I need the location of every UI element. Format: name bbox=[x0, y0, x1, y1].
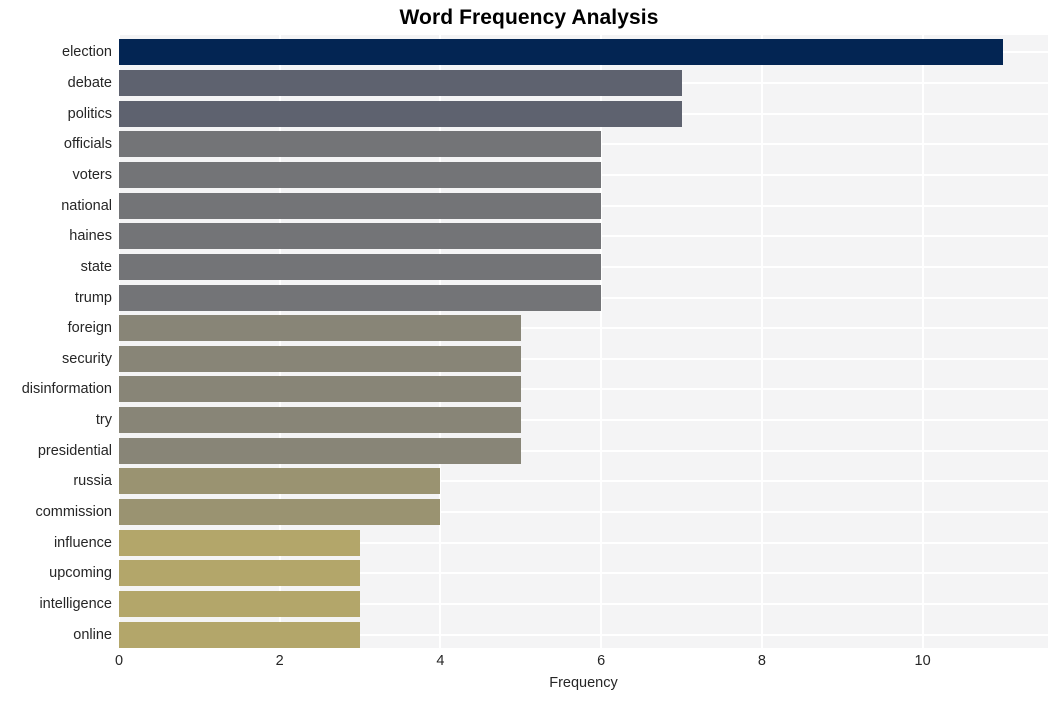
bar-voters[interactable] bbox=[119, 162, 602, 188]
bar-security[interactable] bbox=[119, 346, 521, 372]
bar-trump[interactable] bbox=[119, 285, 602, 311]
x-axis-tick-label: 8 bbox=[757, 653, 766, 669]
x-axis-tick-label: 4 bbox=[436, 653, 445, 669]
x-axis-tick-label: 6 bbox=[597, 653, 606, 669]
bar-national[interactable] bbox=[119, 193, 602, 219]
bar-foreign[interactable] bbox=[119, 315, 521, 341]
y-axis-label-presidential: presidential bbox=[37, 443, 112, 459]
y-axis-label-election: election bbox=[62, 44, 112, 60]
bar-intelligence[interactable] bbox=[119, 591, 361, 617]
y-axis-label-officials: officials bbox=[63, 136, 112, 152]
y-axis-label-national: national bbox=[61, 198, 112, 214]
bar-disinformation[interactable] bbox=[119, 376, 521, 402]
bar-upcoming[interactable] bbox=[119, 560, 361, 586]
word-frequency-chart-figure: Word Frequency Analysis election debate po… bbox=[0, 0, 1058, 701]
x-axis-tick-label: 2 bbox=[275, 653, 284, 669]
y-axis-label-debate: debate bbox=[67, 75, 112, 91]
bar-russia[interactable] bbox=[119, 468, 441, 494]
vertical-gridline bbox=[921, 35, 924, 648]
y-axis-label-online: online bbox=[73, 627, 112, 643]
y-axis-label-disinformation: disinformation bbox=[21, 381, 112, 397]
bar-try[interactable] bbox=[119, 407, 521, 433]
x-axis-tick-label: 10 bbox=[914, 653, 931, 669]
y-axis-label-try: try bbox=[95, 412, 112, 428]
y-axis-label-russia: russia bbox=[73, 473, 112, 489]
bar-presidential[interactable] bbox=[119, 438, 521, 464]
x-axis-title: Frequency bbox=[549, 675, 618, 691]
bar-online[interactable] bbox=[119, 622, 361, 648]
bar-state[interactable] bbox=[119, 254, 602, 280]
bar-officials[interactable] bbox=[119, 131, 602, 157]
y-axis-label-upcoming: upcoming bbox=[49, 565, 112, 581]
y-axis-label-politics: politics bbox=[67, 106, 112, 122]
y-axis-label-haines: haines bbox=[69, 228, 112, 244]
y-axis-category-labels: election debate politics officials voters nat… bbox=[0, 35, 112, 648]
x-axis-ticks: 0 2 4 6 8 10 bbox=[115, 648, 1048, 678]
chart-title: Word Frequency Analysis bbox=[399, 6, 659, 29]
y-axis-label-voters: voters bbox=[72, 167, 113, 183]
y-axis-label-commission: commission bbox=[35, 504, 112, 520]
plot-area bbox=[119, 35, 1048, 648]
vertical-gridline bbox=[760, 35, 763, 648]
x-axis-tick-label: 0 bbox=[114, 653, 124, 669]
y-axis-label-state: state bbox=[80, 259, 112, 275]
bar-debate[interactable] bbox=[119, 70, 682, 96]
bar-election[interactable] bbox=[119, 39, 1003, 65]
bar-influence[interactable] bbox=[119, 530, 361, 556]
bar-commission[interactable] bbox=[119, 499, 441, 525]
y-axis-label-trump: trump bbox=[74, 290, 112, 306]
y-axis-label-security: security bbox=[62, 351, 112, 367]
y-axis-label-foreign: foreign bbox=[67, 320, 112, 336]
y-axis-label-influence: influence bbox=[53, 535, 112, 551]
bar-haines[interactable] bbox=[119, 223, 602, 249]
bar-politics[interactable] bbox=[119, 101, 682, 127]
y-axis-label-intelligence: intelligence bbox=[39, 596, 112, 612]
